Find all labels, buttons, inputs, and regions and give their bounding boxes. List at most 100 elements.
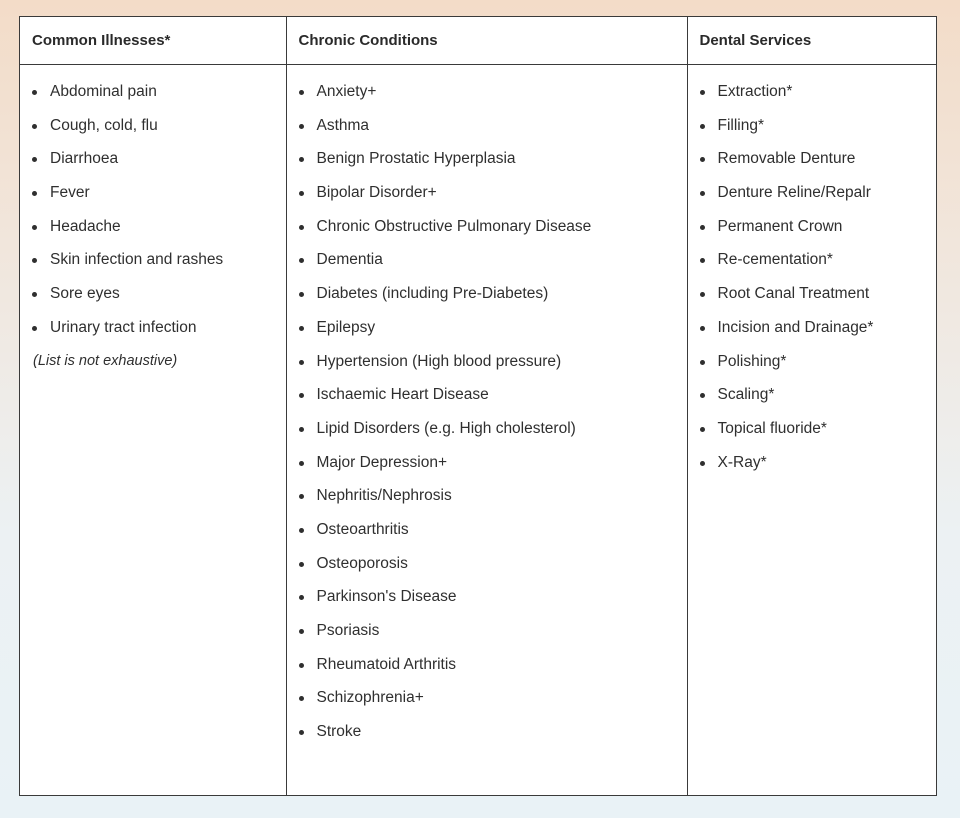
list-item-label: Lipid Disorders (e.g. High cholesterol)	[316, 419, 576, 437]
list-item: Topical fluoride*	[688, 418, 937, 452]
dental-services-list: Extraction* Filling* Removable Denture Dent…	[688, 81, 937, 485]
bullet-icon	[699, 292, 705, 298]
list-item: Asthma	[287, 115, 687, 149]
list-item-label: Bipolar Disorder+	[316, 184, 437, 202]
list-item-label: Stroke	[316, 723, 362, 741]
bullet-icon	[699, 359, 705, 365]
bullet-icon	[298, 123, 304, 129]
bullet-icon	[298, 460, 304, 466]
bullet-icon	[699, 460, 705, 466]
services-table: Common Illnesses* Chronic Conditions Den…	[20, 17, 936, 795]
bullet-icon	[298, 426, 304, 432]
list-item: Skin infection and rashes	[20, 249, 286, 283]
bullet-icon	[298, 561, 304, 567]
list-item-label: Diabetes (including Pre-Diabetes)	[316, 285, 549, 303]
list-item: Urinary tract infection	[20, 317, 286, 351]
list-item-label: Fever	[50, 184, 90, 202]
bullet-icon	[298, 359, 304, 365]
bullet-icon	[699, 123, 705, 129]
bullet-icon	[699, 157, 705, 163]
list-item: Root Canal Treatment	[688, 283, 937, 317]
list-item: Cough, cold, flu	[20, 115, 286, 149]
list-item-label: Schizophrenia+	[316, 689, 424, 707]
bullet-icon	[298, 157, 304, 163]
header-dental-services: Dental Services	[687, 17, 936, 65]
bullet-icon	[298, 696, 304, 702]
header-common-illnesses: Common Illnesses*	[20, 17, 287, 65]
list-item: Headache	[20, 216, 286, 250]
list-item: Bipolar Disorder+	[287, 182, 687, 216]
bullet-icon	[699, 393, 705, 399]
list-item-label: Nephritis/Nephrosis	[316, 487, 452, 505]
bullet-icon	[298, 527, 304, 533]
bullet-icon	[298, 224, 304, 230]
list-item-label: Major Depression+	[316, 453, 448, 471]
bullet-icon	[32, 224, 37, 230]
chronic-conditions-list: Anxiety+ Asthma Benign Prostatic Hyperplas…	[287, 81, 687, 755]
list-item-label: Permanent Crown	[717, 217, 843, 235]
bullet-icon	[699, 258, 705, 264]
bullet-icon	[298, 595, 304, 601]
bullet-icon	[699, 90, 705, 95]
list-item-label: Headache	[50, 217, 121, 235]
list-item: Osteoarthritis	[287, 519, 687, 553]
list-item: Epilepsy	[287, 317, 687, 351]
bullet-icon	[32, 292, 37, 298]
bullet-icon	[298, 730, 304, 736]
list-item-label: Rheumatoid Arthritis	[316, 655, 457, 673]
list-item-label: Ischaemic Heart Disease	[316, 386, 489, 404]
list-item-label: Removable Denture	[717, 150, 856, 168]
list-item-label: Diarrhoea	[50, 150, 119, 168]
list-item: Incision and Drainage*	[688, 317, 937, 351]
list-item-label: Dementia	[316, 251, 383, 269]
bullet-icon	[32, 191, 37, 197]
list-item-label: Urinary tract infection	[50, 318, 197, 336]
bullet-icon	[298, 90, 304, 95]
dental-services-cell: Extraction* Filling* Removable Denture Dent…	[687, 65, 936, 796]
list-item: Dementia	[287, 249, 687, 283]
list-item-label: Skin infection and rashes	[50, 251, 224, 269]
list-item-label: Osteoarthritis	[316, 520, 409, 538]
list-item: Anxiety+	[287, 81, 687, 115]
bullet-icon	[298, 191, 304, 197]
list-item-label: Denture Reline/Repalr	[717, 184, 871, 202]
bullet-icon	[298, 325, 304, 331]
common-illnesses-cell: Abdominal pain Cough, cold, flu Diarrhoea F…	[20, 64, 287, 795]
list-item-label: Extraction*	[717, 83, 793, 100]
bullet-icon	[32, 123, 37, 129]
list-item-label: Cough, cold, flu	[50, 116, 158, 134]
bullet-icon	[298, 629, 304, 634]
list-item-label: Incision and Drainage*	[717, 318, 874, 336]
list-item: Hypertension (High blood pressure)	[287, 351, 687, 385]
list-item: Re-cementation*	[688, 249, 937, 283]
list-item: Removable Denture	[688, 148, 937, 182]
bullet-icon	[699, 426, 705, 432]
list-item: Extraction*	[688, 81, 937, 115]
list-item-label: Parkinson's Disease	[316, 588, 457, 606]
bullet-icon	[298, 494, 304, 500]
list-item: Denture Reline/Repalr	[688, 182, 937, 216]
list-item: Schizophrenia+	[287, 687, 687, 721]
list-item-label: Scaling*	[717, 386, 775, 404]
list-not-exhaustive-note: (List is not exhaustive)	[33, 352, 178, 369]
list-item: Ischaemic Heart Disease	[287, 384, 687, 418]
list-item-label: Root Canal Treatment	[717, 285, 870, 303]
list-item-label: Chronic Obstructive Pulmonary Disease	[316, 217, 592, 235]
list-item-label: Hypertension (High blood pressure)	[316, 352, 562, 370]
services-table-container: Common Illnesses* Chronic Conditions Den…	[19, 16, 937, 796]
list-item: Scaling*	[688, 384, 937, 418]
header-chronic-conditions: Chronic Conditions	[286, 17, 688, 65]
bullet-icon	[699, 325, 705, 331]
list-item: Diarrhoea	[20, 148, 286, 182]
bullet-icon	[699, 224, 705, 230]
bullet-icon	[298, 393, 304, 399]
list-item: Polishing*	[688, 351, 937, 385]
list-item: Osteoporosis	[287, 553, 687, 587]
list-item: Major Depression+	[287, 452, 687, 486]
list-item: Parkinson's Disease	[287, 586, 687, 620]
list-item-label: Topical fluoride*	[717, 419, 827, 437]
list-item: Filling*	[688, 115, 937, 149]
list-item: Permanent Crown	[688, 216, 937, 250]
list-item-label: Sore eyes	[50, 285, 120, 303]
list-item-label: Epilepsy	[316, 318, 376, 336]
